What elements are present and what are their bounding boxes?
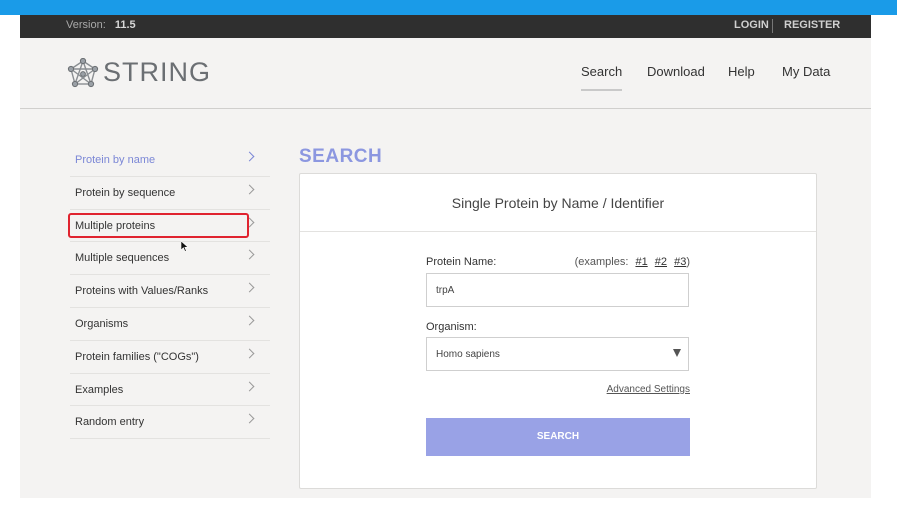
- version-label: Version:: [66, 19, 106, 31]
- card-header: Single Protein by Name / Identifier: [300, 174, 816, 232]
- separator: [772, 19, 773, 33]
- sidebar-item-protein-by-name[interactable]: Protein by name: [70, 144, 270, 177]
- protein-name-input[interactable]: trpA: [426, 273, 689, 307]
- chevron-right-icon: [244, 249, 255, 260]
- chevron-right-icon: [244, 315, 255, 326]
- sidebar-item-label: Protein by sequence: [75, 186, 176, 199]
- string-page: Version: 11.5 LOGIN REGISTER STRING Sear…: [20, 15, 871, 498]
- nav-download[interactable]: Download: [647, 64, 705, 79]
- example-link-1[interactable]: #1: [635, 256, 647, 268]
- logo-text: STRING: [103, 57, 212, 87]
- string-logo[interactable]: STRING: [67, 57, 211, 88]
- sidebar-item-random-entry[interactable]: Random entry: [70, 406, 270, 440]
- nav-my-data[interactable]: My Data: [782, 64, 830, 79]
- sidebar-item-multiple-proteins[interactable]: Multiple proteins: [70, 210, 270, 243]
- mouse-cursor-icon: [181, 241, 189, 252]
- browser-top-strip: [0, 0, 897, 15]
- login-link[interactable]: LOGIN: [734, 19, 769, 31]
- organism-value: Homo sapiens: [436, 349, 500, 360]
- search-form-card: Single Protein by Name / Identifier Prot…: [299, 173, 817, 489]
- sidebar-item-label: Multiple sequences: [75, 252, 170, 265]
- nav-help[interactable]: Help: [728, 64, 755, 79]
- examples-prefix: (examples:: [574, 256, 629, 268]
- organism-select[interactable]: Homo sapiens: [426, 337, 689, 371]
- advanced-settings-link[interactable]: Advanced Settings: [607, 384, 690, 395]
- chevron-right-icon: [244, 217, 255, 228]
- example-link-2[interactable]: #2: [655, 256, 667, 268]
- register-link[interactable]: REGISTER: [784, 19, 840, 31]
- sidebar-item-label: Examples: [75, 383, 124, 396]
- chevron-right-icon: [244, 348, 255, 359]
- sidebar-item-organisms[interactable]: Organisms: [70, 308, 270, 341]
- sidebar-item-label: Proteins with Values/Ranks: [75, 285, 209, 298]
- string-network-icon: [67, 57, 99, 87]
- sidebar-item-protein-families[interactable]: Protein families ("COGs"): [70, 341, 270, 374]
- sidebar-item-label: Random entry: [75, 416, 145, 429]
- version-bar: Version: 11.5 LOGIN REGISTER: [20, 15, 871, 38]
- nav-search[interactable]: Search: [581, 64, 623, 91]
- sidebar-item-label: Protein families ("COGs"): [75, 350, 199, 363]
- sidebar-item-protein-by-sequence[interactable]: Protein by sequence: [70, 177, 270, 210]
- page-title: SEARCH: [299, 146, 383, 167]
- organism-label: Organism:: [426, 321, 477, 333]
- sidebar-item-label: Organisms: [75, 317, 129, 330]
- version-info: Version: 11.5: [66, 19, 136, 31]
- examples-suffix: ): [686, 256, 690, 268]
- protein-name-label: Protein Name:: [426, 256, 497, 268]
- search-type-sidebar: Protein by name Protein by sequence Mult…: [70, 144, 270, 440]
- chevron-right-icon: [244, 413, 255, 424]
- examples-links: (examples: #1 #2 #3): [575, 256, 690, 268]
- chevron-right-icon: [244, 381, 255, 392]
- version-value: 11.5: [114, 19, 136, 31]
- chevron-right-icon: [244, 184, 255, 195]
- card-title: Single Protein by Name / Identifier: [451, 195, 665, 211]
- example-link-3[interactable]: #3: [674, 256, 686, 268]
- chevron-right-icon: [244, 282, 255, 293]
- site-header: STRING Search Download Help My Data: [20, 38, 871, 109]
- sidebar-item-label: Multiple proteins: [75, 219, 156, 232]
- sidebar-item-examples[interactable]: Examples: [70, 374, 270, 407]
- sidebar-item-proteins-with-values[interactable]: Proteins with Values/Ranks: [70, 275, 270, 308]
- sidebar-item-multiple-sequences[interactable]: Multiple sequences: [70, 242, 270, 276]
- search-button[interactable]: SEARCH: [426, 418, 690, 456]
- chevron-right-icon: [244, 151, 255, 162]
- dropdown-arrow-icon: [673, 349, 681, 357]
- protein-name-value: trpA: [436, 285, 455, 296]
- sidebar-item-label: Protein by name: [75, 154, 156, 166]
